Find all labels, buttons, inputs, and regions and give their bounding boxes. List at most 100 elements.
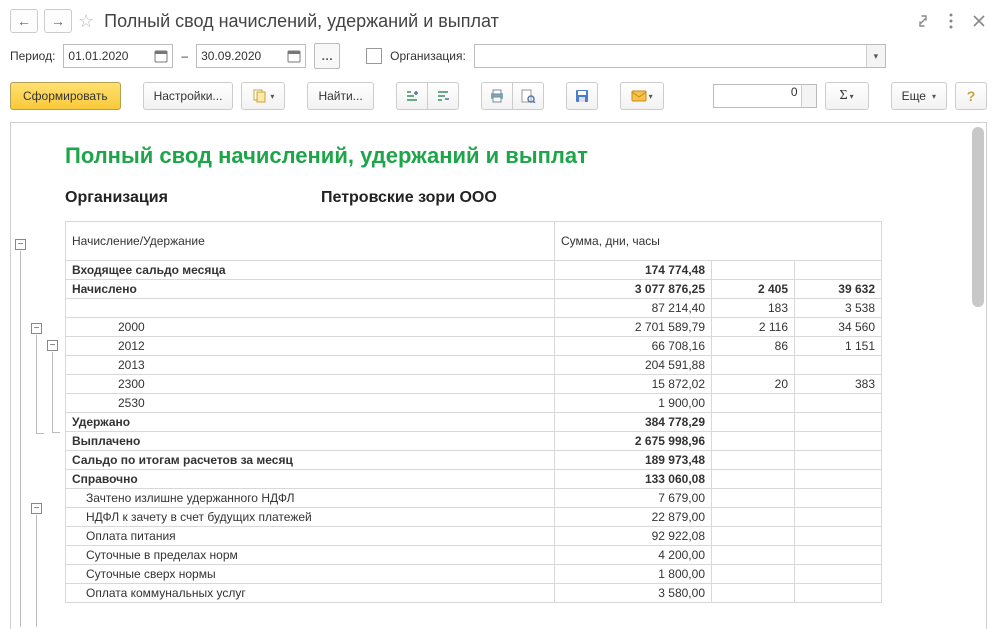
collapse-groups-button[interactable] — [427, 82, 459, 110]
cell-days — [712, 413, 795, 432]
close-icon[interactable] — [971, 13, 987, 29]
outline-toggle[interactable]: − — [15, 239, 26, 250]
page-number-value: 0 — [718, 85, 798, 99]
report-org-label: Организация — [65, 189, 321, 207]
kebab-menu-icon[interactable] — [943, 13, 959, 29]
col-header-name: Начисление/Удержание — [66, 222, 555, 261]
cell-sum: 3 580,00 — [555, 584, 712, 603]
calendar-icon[interactable] — [152, 47, 170, 65]
table-row[interactable]: 20002 701 589,792 11634 560 — [66, 318, 882, 337]
calendar-icon[interactable] — [285, 47, 303, 65]
cell-sum: 2 675 998,96 — [555, 432, 712, 451]
table-row[interactable]: Выплачено2 675 998,96 — [66, 432, 882, 451]
cell-name: 2013 — [66, 356, 555, 375]
cell-hours — [795, 470, 882, 489]
titlebar: ← → ☆ Полный свод начислений, удержаний … — [10, 8, 987, 34]
cell-sum: 1 900,00 — [555, 394, 712, 413]
cell-hours: 383 — [795, 375, 882, 394]
date-to-input[interactable]: 30.09.2020 — [196, 44, 306, 68]
arrow-right-icon: → — [51, 13, 65, 29]
link-icon[interactable] — [915, 13, 931, 29]
outline-toggle[interactable]: − — [31, 323, 42, 334]
date-from-input[interactable]: 01.01.2020 — [63, 44, 173, 68]
cell-days — [712, 432, 795, 451]
save-button[interactable] — [566, 82, 598, 110]
settings-button[interactable]: Настройки... — [143, 82, 234, 110]
cell-days — [712, 527, 795, 546]
cell-hours — [795, 413, 882, 432]
table-row[interactable]: 230015 872,0220383 — [66, 375, 882, 394]
table-row[interactable]: 25301 900,00 — [66, 394, 882, 413]
table-row[interactable]: Суточные в пределах норм4 200,00 — [66, 546, 882, 565]
cell-hours — [795, 527, 882, 546]
date-to-value: 30.09.2020 — [201, 49, 261, 63]
cell-sum: 22 879,00 — [555, 508, 712, 527]
cell-days — [712, 546, 795, 565]
sum-button[interactable]: Σ ▾ — [825, 82, 869, 110]
table-row[interactable]: 87 214,401833 538 — [66, 299, 882, 318]
outline-toggle[interactable]: − — [47, 340, 58, 351]
org-checkbox[interactable] — [366, 48, 382, 64]
cell-hours — [795, 546, 882, 565]
period-dash: – — [181, 49, 188, 63]
period-bar: Период: 01.01.2020 – 30.09.2020 … Органи… — [10, 42, 987, 70]
spinner-icon[interactable] — [801, 85, 816, 107]
outline-toggle[interactable]: − — [31, 503, 42, 514]
cell-days: 86 — [712, 337, 795, 356]
cell-name: Справочно — [66, 470, 555, 489]
send-mail-button[interactable]: ▾ — [620, 82, 664, 110]
window-title: Полный свод начислений, удержаний и выпл… — [104, 11, 909, 32]
cell-sum: 1 800,00 — [555, 565, 712, 584]
table-row[interactable]: Оплата питания92 922,08 — [66, 527, 882, 546]
cell-name: 2000 — [66, 318, 555, 337]
period-select-button[interactable]: … — [314, 43, 340, 69]
report-org-value: Петровские зори ООО — [321, 189, 497, 207]
generate-button[interactable]: Сформировать — [10, 82, 121, 110]
help-button[interactable]: ? — [955, 82, 987, 110]
cell-sum: 87 214,40 — [555, 299, 712, 318]
sigma-icon: Σ — [839, 88, 847, 104]
more-button[interactable]: Еще▾ — [891, 82, 947, 110]
envelope-icon — [631, 90, 647, 102]
toolbar: Сформировать Настройки... ▾ Найти... — [10, 80, 987, 112]
cell-hours: 3 538 — [795, 299, 882, 318]
cell-hours — [795, 394, 882, 413]
question-icon: ? — [967, 88, 976, 104]
ellipsis-icon: … — [321, 49, 333, 63]
period-label: Период: — [10, 49, 55, 63]
table-row[interactable]: НДФЛ к зачету в счет будущих платежей22 … — [66, 508, 882, 527]
table-row[interactable]: Суточные сверх нормы1 800,00 — [66, 565, 882, 584]
table-row[interactable]: 201266 708,16861 151 — [66, 337, 882, 356]
table-row[interactable]: Сальдо по итогам расчетов за месяц189 97… — [66, 451, 882, 470]
nav-back-button[interactable]: ← — [10, 9, 38, 33]
cell-name: 2012 — [66, 337, 555, 356]
report-variants-button[interactable]: ▾ — [241, 82, 285, 110]
favorite-star-icon[interactable]: ☆ — [78, 11, 94, 32]
print-preview-button[interactable] — [512, 82, 544, 110]
cell-days: 20 — [712, 375, 795, 394]
table-row[interactable]: Входящее сальдо месяца174 774,48 — [66, 261, 882, 280]
find-button[interactable]: Найти... — [307, 82, 373, 110]
table-row[interactable]: Оплата коммунальных услуг3 580,00 — [66, 584, 882, 603]
nav-forward-button[interactable]: → — [44, 9, 72, 33]
org-label: Организация: — [390, 49, 466, 63]
cell-days — [712, 261, 795, 280]
expand-groups-button[interactable] — [396, 82, 428, 110]
table-row[interactable]: Зачтено излишне удержанного НДФЛ7 679,00 — [66, 489, 882, 508]
cell-name: Зачтено излишне удержанного НДФЛ — [66, 489, 555, 508]
tree-expand-icon — [405, 89, 419, 103]
cell-name: Сальдо по итогам расчетов за месяц — [66, 451, 555, 470]
dropdown-icon[interactable]: ▾ — [866, 45, 885, 67]
table-row[interactable]: 2013204 591,88 — [66, 356, 882, 375]
org-select[interactable]: ▾ — [474, 44, 886, 68]
cell-sum: 2 701 589,79 — [555, 318, 712, 337]
cell-name: Суточные в пределах норм — [66, 546, 555, 565]
print-button[interactable] — [481, 82, 513, 110]
cell-days — [712, 356, 795, 375]
table-row[interactable]: Удержано384 778,29 — [66, 413, 882, 432]
vertical-scrollbar[interactable] — [972, 125, 984, 627]
cell-days: 183 — [712, 299, 795, 318]
page-number-input[interactable]: 0 — [713, 84, 817, 108]
table-row[interactable]: Справочно133 060,08 — [66, 470, 882, 489]
table-row[interactable]: Начислено3 077 876,252 40539 632 — [66, 280, 882, 299]
